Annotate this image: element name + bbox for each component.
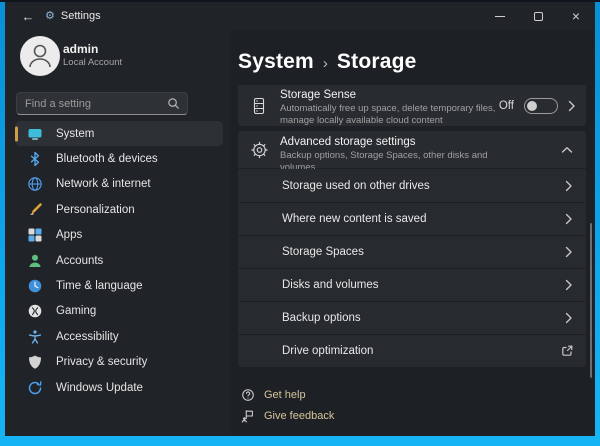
sidebar-item-network-internet[interactable]: Network & internet	[15, 172, 223, 197]
sidebar-item-label: Windows Update	[56, 382, 143, 394]
sidebar-item-time-language[interactable]: Time & language	[15, 273, 223, 298]
sidebar-item-label: System	[56, 128, 94, 140]
row-label: Drive optimization	[282, 345, 373, 357]
scrollbar[interactable]	[590, 223, 592, 378]
sidebar: admin Local Account System Bluetooth & d…	[5, 30, 231, 436]
search-icon	[167, 97, 180, 110]
row-drive-optimization[interactable]: Drive optimization	[238, 334, 586, 367]
titlebar[interactable]: ← ⚙ Settings ×	[5, 2, 595, 30]
advanced-settings-title: Advanced storage settings	[280, 136, 530, 148]
help-icon	[241, 388, 255, 402]
minimize-icon	[495, 16, 505, 17]
storage-sense-row[interactable]: Storage Sense Automatically free up spac…	[238, 85, 586, 126]
settings-app-icon: ⚙	[45, 11, 55, 22]
close-button[interactable]: ×	[557, 2, 595, 30]
selection-indicator	[15, 126, 18, 141]
row-label: Where new content is saved	[282, 213, 426, 225]
give-feedback-link[interactable]: Give feedback	[238, 405, 334, 426]
storage-sense-icon	[250, 97, 268, 115]
sidebar-item-label: Personalization	[56, 204, 135, 216]
sidebar-item-label: Accounts	[56, 255, 103, 267]
sidebar-nav: System Bluetooth & devices Network & int…	[5, 121, 231, 400]
sidebar-item-accounts[interactable]: Accounts	[15, 248, 223, 273]
sidebar-item-label: Time & language	[56, 280, 143, 292]
settings-window: ← ⚙ Settings × admin Local Account	[5, 2, 595, 436]
breadcrumb: System › Storage	[238, 50, 417, 74]
chevron-up-icon	[561, 146, 573, 154]
row-where-new-content-saved[interactable]: Where new content is saved	[238, 202, 586, 235]
row-backup-options[interactable]: Backup options	[238, 301, 586, 334]
chevron-right-icon	[565, 312, 573, 324]
page-title: Storage	[337, 50, 417, 74]
sidebar-item-label: Bluetooth & devices	[56, 153, 158, 165]
toggle-state-label: Off	[499, 100, 514, 112]
row-storage-used-other-drives[interactable]: Storage used on other drives	[238, 169, 586, 202]
sidebar-item-apps[interactable]: Apps	[15, 223, 223, 248]
toggle-knob	[527, 101, 537, 111]
breadcrumb-separator: ›	[323, 55, 328, 72]
minimize-button[interactable]	[481, 2, 519, 30]
row-storage-spaces[interactable]: Storage Spaces	[238, 235, 586, 268]
maximize-button[interactable]	[519, 2, 557, 30]
get-help-link[interactable]: Get help	[238, 384, 334, 405]
back-button[interactable]: ←	[15, 5, 41, 27]
sidebar-item-gaming[interactable]: Gaming	[15, 299, 223, 324]
clock-icon	[27, 278, 43, 294]
avatar[interactable]	[20, 36, 60, 76]
external-link-icon	[561, 345, 573, 357]
sidebar-item-accessibility[interactable]: Accessibility	[15, 324, 223, 349]
chevron-right-icon	[568, 100, 576, 112]
gear-icon	[250, 140, 269, 159]
sidebar-item-system[interactable]: System	[15, 121, 223, 146]
apps-icon	[27, 227, 43, 243]
sidebar-item-windows-update[interactable]: Windows Update	[15, 375, 223, 400]
advanced-storage-settings-row[interactable]: Advanced storage settings Backup options…	[238, 131, 586, 168]
advanced-settings-list: Storage used on other drives Where new c…	[238, 169, 586, 367]
close-icon: ×	[572, 9, 580, 23]
chevron-right-icon	[565, 213, 573, 225]
footer-links: Get help Give feedback	[238, 384, 334, 426]
maximize-icon	[534, 12, 543, 21]
search-input[interactable]	[25, 98, 167, 110]
row-label: Storage used on other drives	[282, 180, 430, 192]
app-title-label: Settings	[61, 10, 101, 22]
user-account-type: Local Account	[63, 57, 122, 68]
sidebar-item-personalization[interactable]: Personalization	[15, 197, 223, 222]
globe-icon	[27, 176, 43, 192]
chevron-right-icon	[565, 180, 573, 192]
main-content: System › Storage Storage Sense Automatic…	[231, 30, 595, 436]
gamepad-icon	[27, 303, 43, 319]
give-feedback-label: Give feedback	[264, 410, 334, 422]
row-label: Storage Spaces	[282, 246, 364, 258]
get-help-label: Get help	[264, 389, 306, 401]
storage-sense-title: Storage Sense	[280, 89, 530, 101]
brush-icon	[27, 202, 43, 218]
storage-sense-toggle[interactable]	[524, 98, 558, 114]
feedback-icon	[241, 409, 255, 423]
chevron-right-icon	[565, 246, 573, 258]
shield-icon	[27, 354, 43, 370]
bluetooth-icon	[27, 151, 43, 167]
sidebar-item-label: Privacy & security	[56, 356, 147, 368]
sidebar-item-bluetooth-devices[interactable]: Bluetooth & devices	[15, 146, 223, 171]
update-icon	[27, 380, 43, 396]
row-label: Backup options	[282, 312, 361, 324]
sidebar-item-label: Gaming	[56, 305, 96, 317]
person-icon	[27, 253, 43, 269]
breadcrumb-parent[interactable]: System	[238, 50, 314, 74]
user-name: admin	[63, 42, 98, 56]
chevron-right-icon	[565, 279, 573, 291]
storage-sense-description: Automatically free up space, delete temp…	[280, 103, 522, 128]
accessibility-icon	[27, 329, 43, 345]
row-label: Disks and volumes	[282, 279, 379, 291]
avatar-person-icon	[20, 36, 60, 76]
app-title: ⚙ Settings	[45, 2, 101, 30]
sidebar-item-label: Accessibility	[56, 331, 119, 343]
row-disks-and-volumes[interactable]: Disks and volumes	[238, 268, 586, 301]
sidebar-item-privacy-security[interactable]: Privacy & security	[15, 350, 223, 375]
display-icon	[27, 126, 43, 142]
search-box[interactable]	[16, 92, 188, 115]
sidebar-item-label: Apps	[56, 229, 82, 241]
sidebar-item-label: Network & internet	[56, 178, 151, 190]
